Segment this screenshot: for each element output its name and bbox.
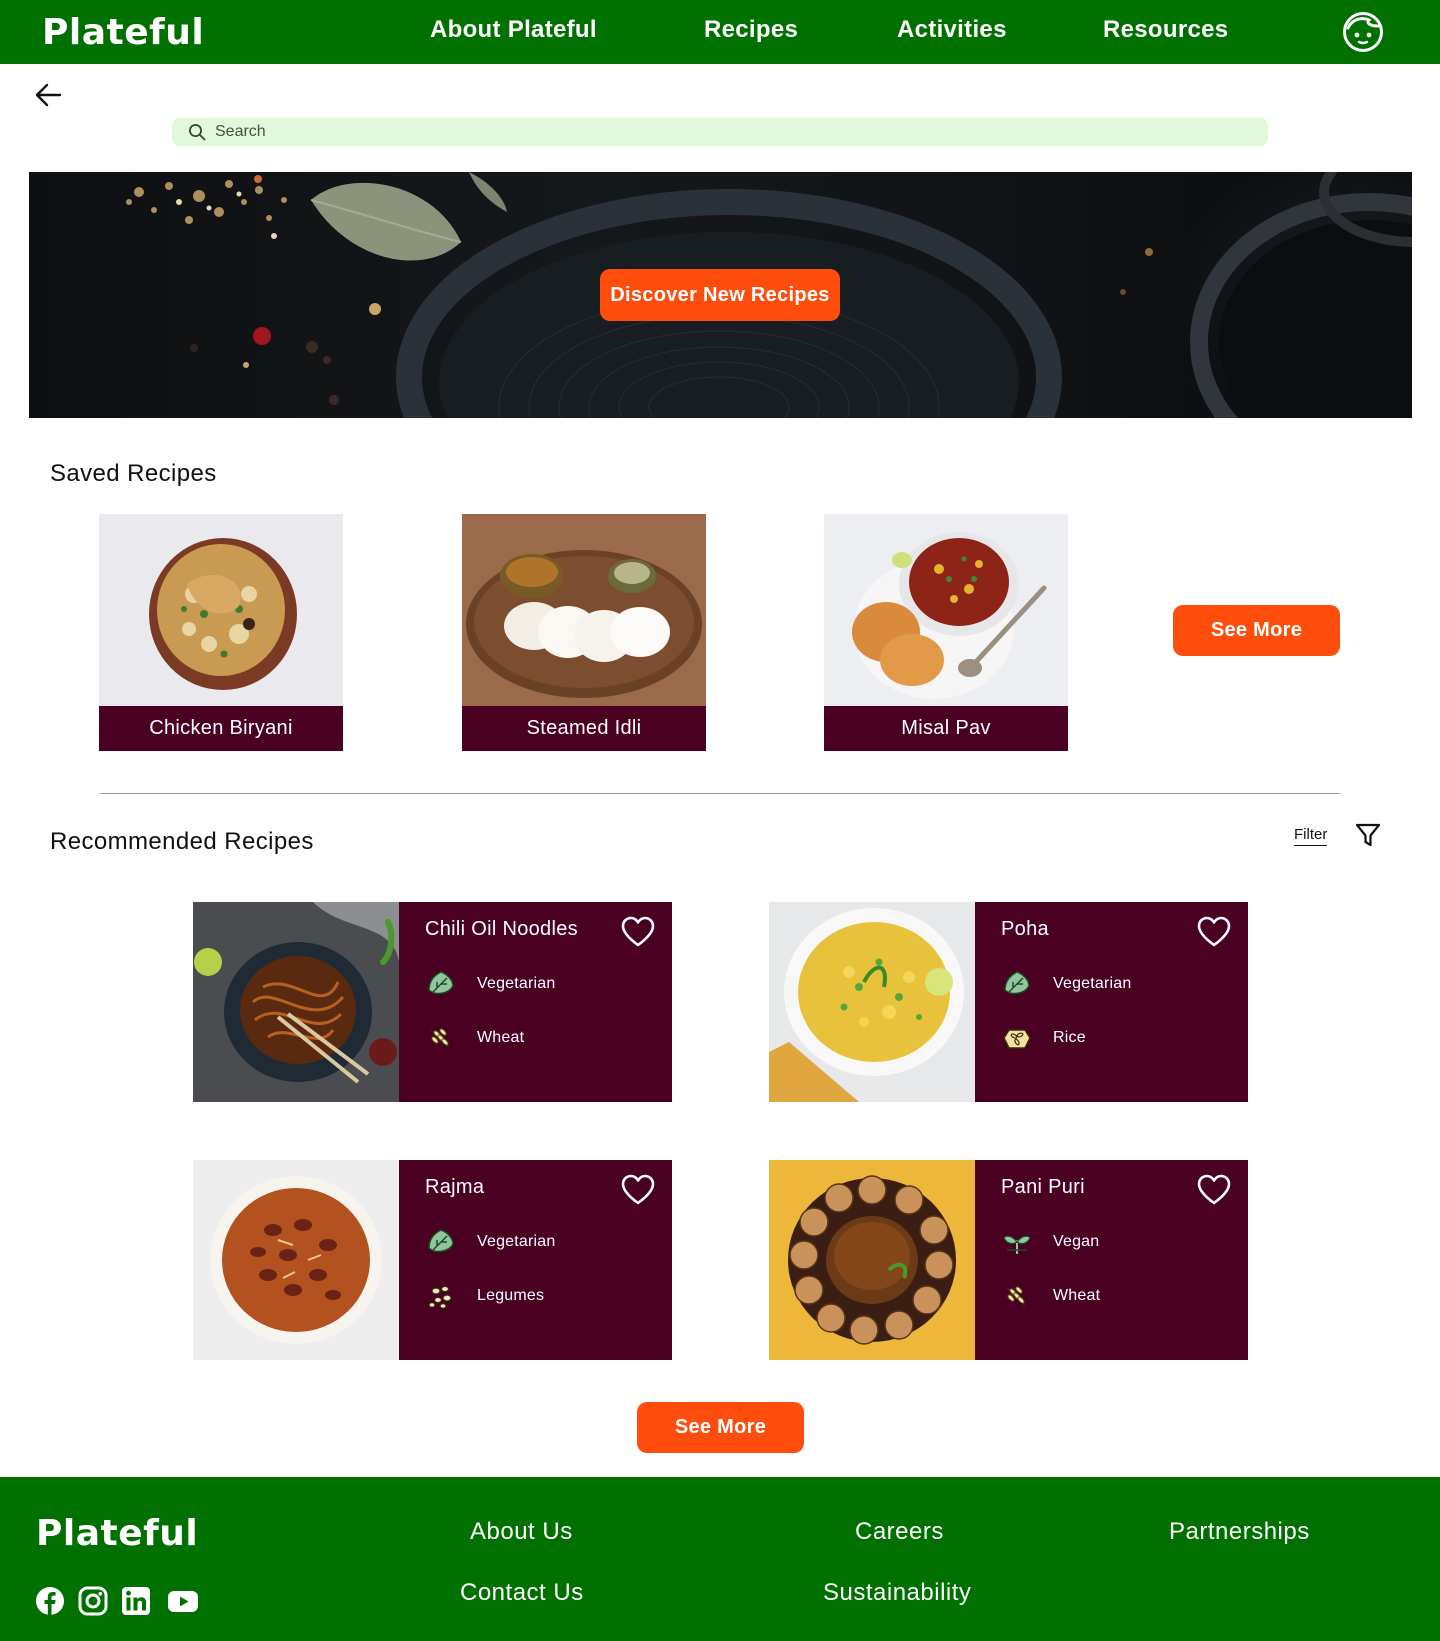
recommended-see-more-button[interactable]: See More (637, 1402, 804, 1453)
search-input[interactable] (215, 123, 1115, 141)
heart-icon[interactable] (1197, 916, 1231, 948)
recipe-title: Poha (1001, 918, 1049, 940)
saved-card-title: Steamed Idli (462, 706, 706, 751)
recipe-title: Pani Puri (1001, 1176, 1085, 1198)
plateful-logo[interactable]: Plateful (42, 12, 204, 53)
saved-see-more-button[interactable]: See More (1173, 605, 1340, 656)
saved-card-title: Chicken Biryani (99, 706, 343, 751)
facebook-icon[interactable] (35, 1586, 65, 1616)
recommended-card-poha[interactable]: Poha Vegetarian Rice (769, 902, 1248, 1102)
legumes-icon (428, 1285, 452, 1309)
footer-logo[interactable]: Plateful (36, 1513, 198, 1554)
discover-recipes-button[interactable]: Discover New Recipes (600, 269, 840, 321)
search-icon (189, 124, 206, 141)
diet-tag: Vegetarian (425, 968, 556, 1000)
recipe-photo (769, 1160, 975, 1360)
diet-tag: Vegetarian (425, 1226, 556, 1258)
leaf-icon (428, 971, 454, 995)
recipe-photo (462, 514, 706, 706)
diet-tag: Vegan (1001, 1226, 1099, 1258)
nav-about-plateful[interactable]: About Plateful (430, 16, 597, 44)
recommended-recipes-heading: Recommended Recipes (50, 828, 314, 855)
hero-banner: Discover New Recipes (29, 172, 1412, 418)
linkedin-icon[interactable] (121, 1586, 151, 1616)
recipe-photo (769, 902, 975, 1102)
nav-recipes[interactable]: Recipes (704, 16, 798, 44)
leaf-icon (428, 1229, 454, 1253)
saved-recipes-heading: Saved Recipes (50, 460, 217, 487)
grain-tag: Wheat (425, 1022, 524, 1054)
recommended-card-pani-puri[interactable]: Pani Puri Vegan Wheat (769, 1160, 1248, 1360)
footer-link-sustainability[interactable]: Sustainability (823, 1579, 971, 1607)
heart-icon[interactable] (1197, 1174, 1231, 1206)
grain-tag: Wheat (1001, 1280, 1100, 1312)
youtube-icon[interactable] (167, 1586, 199, 1616)
rice-icon (1003, 1029, 1031, 1049)
filter-link[interactable]: Filter (1294, 826, 1328, 846)
face-icon[interactable] (1342, 11, 1384, 53)
footer-link-partnerships[interactable]: Partnerships (1169, 1518, 1310, 1546)
recipe-title: Rajma (425, 1176, 485, 1198)
heart-icon[interactable] (621, 1174, 655, 1206)
grain-tag: Rice (1001, 1022, 1086, 1054)
filter-icon[interactable] (1355, 822, 1381, 848)
recommended-card-chili-oil-noodles[interactable]: Chili Oil Noodles Vegetarian Wheat (193, 902, 672, 1102)
recipe-photo (193, 902, 399, 1102)
diet-tag: Vegetarian (1001, 968, 1132, 1000)
recipe-info-panel: Rajma Vegetarian Legumes (399, 1160, 672, 1360)
footer-link-careers[interactable]: Careers (855, 1518, 944, 1546)
heart-icon[interactable] (621, 916, 655, 948)
top-navbar: Plateful About Plateful Recipes Activiti… (0, 0, 1440, 64)
recipe-photo (99, 514, 343, 706)
saved-card-steamed-idli[interactable]: Steamed Idli (462, 514, 706, 751)
saved-card-title: Misal Pav (824, 706, 1068, 751)
section-divider (100, 793, 1340, 794)
recipe-photo (824, 514, 1068, 706)
recipe-title: Chili Oil Noodles (425, 918, 578, 940)
nav-resources[interactable]: Resources (1103, 16, 1228, 44)
footer: Plateful About Us Careers Partnerships C… (0, 1477, 1440, 1641)
footer-link-contact-us[interactable]: Contact Us (460, 1579, 584, 1607)
protein-tag: Legumes (425, 1280, 544, 1312)
nav-activities[interactable]: Activities (897, 16, 1007, 44)
recipe-info-panel: Poha Vegetarian Rice (975, 902, 1248, 1102)
recommended-card-rajma[interactable]: Rajma Vegetarian Legumes (193, 1160, 672, 1360)
back-arrow-icon[interactable] (33, 80, 63, 110)
leaf-icon (1004, 971, 1030, 995)
saved-card-chicken-biryani[interactable]: Chicken Biryani (99, 514, 343, 751)
saved-card-misal-pav[interactable]: Misal Pav (824, 514, 1068, 751)
recipe-info-panel: Pani Puri Vegan Wheat (975, 1160, 1248, 1360)
recipe-info-panel: Chili Oil Noodles Vegetarian Wheat (399, 902, 672, 1102)
sprout-icon (1003, 1235, 1031, 1254)
wheat-icon (430, 1028, 450, 1049)
recipe-photo (193, 1160, 399, 1360)
search-bar[interactable] (172, 118, 1268, 146)
footer-link-about-us[interactable]: About Us (470, 1518, 573, 1546)
wheat-icon (1006, 1286, 1026, 1307)
instagram-icon[interactable] (78, 1586, 108, 1616)
